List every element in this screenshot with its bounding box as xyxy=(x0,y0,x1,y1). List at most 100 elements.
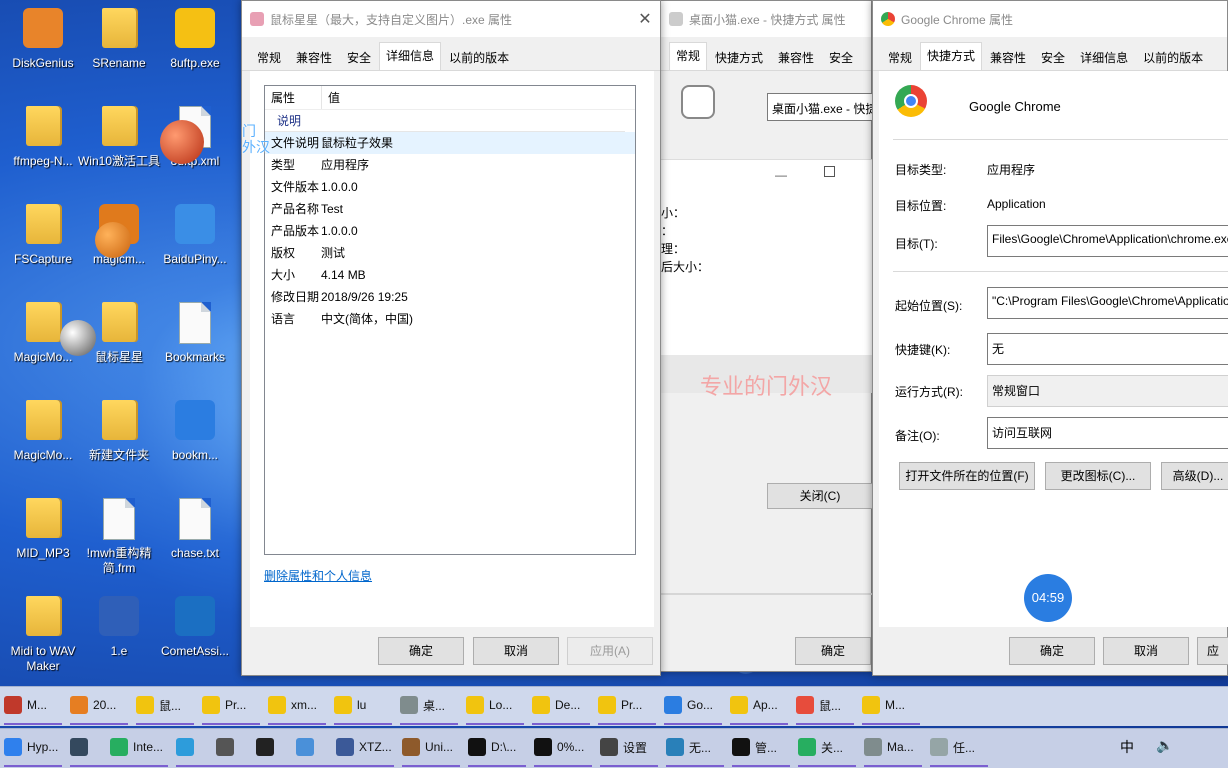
taskbar-item[interactable]: xm... xyxy=(268,696,317,714)
taskbar-item[interactable] xyxy=(216,738,239,756)
desktop-icon[interactable]: Midi to WAV Maker xyxy=(0,596,86,674)
ok-button[interactable]: 确定 xyxy=(795,637,871,665)
desktop-icon[interactable]: 1.e xyxy=(76,596,162,659)
tab[interactable]: 以前的版本 xyxy=(442,44,517,70)
apply-button[interactable]: 应用(A) xyxy=(567,637,653,665)
column-header-value[interactable]: 值 xyxy=(321,86,340,109)
desktop-icon[interactable]: BaiduPiny... xyxy=(152,204,238,267)
cancel-button[interactable]: 取消 xyxy=(1103,637,1189,665)
property-row[interactable]: 文件说明 鼠标粒子效果 xyxy=(265,132,635,154)
tab[interactable]: 常规 xyxy=(881,44,920,70)
property-row[interactable]: 类型 应用程序 xyxy=(265,154,635,176)
taskbar-item[interactable]: lu xyxy=(334,696,366,714)
taskbar-item[interactable] xyxy=(176,738,199,756)
tab[interactable]: 安全 xyxy=(822,44,861,70)
change-icon-button[interactable]: 更改图标(C)... xyxy=(1045,462,1151,490)
taskbar-item[interactable]: De... xyxy=(532,696,580,714)
taskbar-item[interactable]: Pr... xyxy=(598,696,642,714)
tab[interactable]: 详细信息 xyxy=(1073,44,1136,70)
property-row[interactable]: 产品名称 Test xyxy=(265,198,635,220)
tab[interactable]: 兼容性 xyxy=(983,44,1034,70)
tab[interactable]: 安全 xyxy=(1034,44,1073,70)
minimize-icon[interactable]: — xyxy=(775,168,787,182)
close-button[interactable]: 关闭(C) xyxy=(767,483,873,509)
taskbar-item[interactable]: 任... xyxy=(930,738,975,756)
desktop-icon[interactable]: ffmpeg-N... xyxy=(0,106,86,169)
tray-ime[interactable]: 中 xyxy=(1120,737,1134,757)
desktop-icon[interactable]: MID_MP3 xyxy=(0,498,86,561)
desktop-icon[interactable]: FSCapture xyxy=(0,204,86,267)
hotkey-field[interactable]: 无 xyxy=(987,333,1228,365)
taskbar-item[interactable] xyxy=(70,738,93,756)
property-row[interactable]: 大小 4.14 MB xyxy=(265,264,635,286)
property-row[interactable]: 修改日期 2018/9/26 19:25 xyxy=(265,286,635,308)
taskbar-item-label: 0%... xyxy=(557,740,585,754)
property-row[interactable]: 语言 中文(简体，中国) xyxy=(265,308,635,330)
taskbar-item[interactable]: M... xyxy=(862,696,905,714)
desktop-icon[interactable]: DiskGenius xyxy=(0,8,86,71)
taskbar-item[interactable] xyxy=(296,738,319,756)
taskbar-item[interactable]: Inte... xyxy=(110,738,163,756)
maximize-icon[interactable] xyxy=(824,166,835,177)
advanced-button[interactable]: 高级(D)... xyxy=(1161,462,1228,490)
tab[interactable]: 详细信息 xyxy=(379,42,442,70)
taskbar-item[interactable]: XTZ... xyxy=(336,738,392,756)
volume-icon[interactable]: 🔈 xyxy=(1156,738,1173,754)
taskbar-item[interactable]: 无... xyxy=(666,738,711,756)
open-file-location-button[interactable]: 打开文件所在的位置(F) xyxy=(899,462,1035,490)
taskbar-item[interactable]: 关... xyxy=(798,738,843,756)
window-title: Google Chrome 属性 xyxy=(901,12,1014,27)
taskbar-item[interactable]: Pr... xyxy=(202,696,246,714)
run-select[interactable]: 常规窗口 xyxy=(987,375,1228,407)
tab[interactable]: 兼容性 xyxy=(289,44,340,70)
tab[interactable]: 以前的版本 xyxy=(1136,44,1211,70)
ok-button[interactable]: 确定 xyxy=(378,637,464,665)
desktop-icon[interactable]: CometAssi... xyxy=(152,596,238,659)
taskbar-item[interactable]: 0%... xyxy=(534,738,584,756)
name-field[interactable]: 桌面小猫.exe - 快捷 xyxy=(767,93,873,121)
start-in-field[interactable]: "C:\Program Files\Google\Chrome\Applicat… xyxy=(987,287,1228,319)
desktop-icon[interactable]: Bookmarks xyxy=(152,302,238,365)
taskbar-item[interactable] xyxy=(256,738,279,756)
desktop-icon[interactable]: chase.txt xyxy=(152,498,238,561)
target-field[interactable]: Files\Google\Chrome\Application\chrome.e… xyxy=(987,225,1228,257)
taskbar-item[interactable]: 鼠... xyxy=(136,696,181,714)
taskbar-item[interactable]: 设置 xyxy=(600,738,647,756)
taskbar-item[interactable]: 管... xyxy=(732,738,777,756)
desktop-icon[interactable]: Win10激活工具 xyxy=(76,106,162,169)
taskbar-item[interactable]: Lo... xyxy=(466,696,512,714)
tab-panel: Google Chrome 目标类型: 应用程序 目标位置: Applicati… xyxy=(879,71,1228,627)
taskbar-item[interactable]: D:\... xyxy=(468,738,516,756)
cancel-button[interactable]: 取消 xyxy=(473,637,559,665)
taskbar-item[interactable]: Hyp... xyxy=(4,738,58,756)
taskbar-item[interactable]: 桌... xyxy=(400,696,445,714)
tab[interactable]: 常规 xyxy=(669,42,708,70)
desktop-icon[interactable]: SRename xyxy=(76,8,162,71)
tab[interactable]: 快捷方式 xyxy=(920,42,983,70)
remove-properties-link[interactable]: 删除属性和个人信息 xyxy=(264,567,372,584)
taskbar-item[interactable]: Ap... xyxy=(730,696,778,714)
ok-button[interactable]: 确定 xyxy=(1009,637,1095,665)
close-icon[interactable]: ✕ xyxy=(630,9,660,29)
taskbar-item[interactable]: 鼠... xyxy=(796,696,841,714)
taskbar-item[interactable]: Uni... xyxy=(402,738,453,756)
property-row[interactable]: 产品版本 1.0.0.0 xyxy=(265,220,635,242)
apply-button[interactable]: 应 xyxy=(1197,637,1228,665)
taskbar-item[interactable]: Ma... xyxy=(864,738,914,756)
column-header-property[interactable]: 属性 xyxy=(265,86,321,109)
desktop-icon[interactable]: MagicMo... xyxy=(0,400,86,463)
taskbar-item[interactable]: M... xyxy=(4,696,47,714)
comment-field[interactable]: 访问互联网 xyxy=(987,417,1228,449)
desktop-icon[interactable]: 8uftp.exe xyxy=(152,8,238,71)
desktop-icon[interactable]: bookm... xyxy=(152,400,238,463)
taskbar-item[interactable]: 20... xyxy=(70,696,116,714)
desktop-icon[interactable]: !mwh重构精简.frm xyxy=(76,498,162,576)
desktop-icon[interactable]: 新建文件夹 xyxy=(76,400,162,463)
taskbar-item[interactable]: Go... xyxy=(664,696,713,714)
tab[interactable]: 常规 xyxy=(250,44,289,70)
tab[interactable]: 兼容性 xyxy=(771,44,822,70)
property-row[interactable]: 文件版本 1.0.0.0 xyxy=(265,176,635,198)
property-row[interactable]: 版权 测试 xyxy=(265,242,635,264)
tab[interactable]: 快捷方式 xyxy=(708,44,771,70)
tab[interactable]: 安全 xyxy=(340,44,379,70)
